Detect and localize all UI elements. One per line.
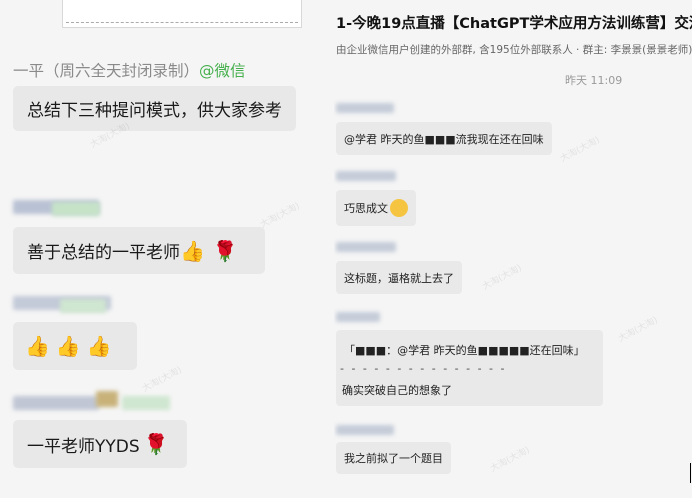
rose-icon: 🌹 [212, 238, 238, 263]
thumbs-up-icon: 👍 [86, 334, 112, 358]
quote-divider: - - - - - - - - - - - - - - - [340, 362, 507, 375]
message-bubble[interactable]: 总结下三种提问模式，供大家参考 [13, 86, 296, 131]
thumbs-up-icon: 👍 [25, 334, 50, 358]
blurred-sender [13, 396, 99, 410]
quote-text: 「■■■：@学君 昨天的鱼■■■■■还在回味」 [344, 344, 585, 357]
message-text: 这标题，逼格就上去了 [344, 271, 454, 285]
rose-icon: 🌹 [143, 432, 169, 456]
watermark: 大淘(大淘) [558, 135, 602, 165]
watermark: 大淘(大淘) [616, 315, 660, 345]
watermark: 大淘(大淘) [480, 263, 524, 293]
right-chat-panel: 1-今晚19点直播【ChatGPT学术应用方法训练营】交流群 由企业微信用户创建… [334, 0, 692, 498]
thumbs-up-icon: 👍 [180, 238, 205, 263]
blurred-sender [336, 425, 394, 435]
message-bubble[interactable]: 一平老师YYDS 🌹 [13, 420, 187, 468]
group-subtitle: 由企业微信用户创建的外部群, 含195位外部联系人 · 群主: 李景景(景景老师… [336, 44, 692, 56]
sender-label: 一平（周六全天封闭录制） [13, 62, 200, 80]
message-bubble[interactable]: 这标题，逼格就上去了 [336, 261, 462, 294]
watermark: 大淘(大淘) [488, 445, 532, 475]
thinking-face-icon [390, 199, 408, 217]
wechat-tag: @微信 [199, 62, 246, 80]
message-bubble[interactable]: 我之前拟了一个题目 [336, 442, 451, 474]
thumbs-up-icon: 👍 [55, 334, 81, 358]
quoted-message-bubble[interactable]: 「■■■：@学君 昨天的鱼■■■■■还在回味」 - - - - - - - - … [336, 330, 603, 406]
divider [66, 22, 298, 23]
message-text: 一平老师YYDS [27, 436, 140, 457]
message-bubble[interactable]: 巧思成文 [336, 190, 416, 226]
blurred-sender [60, 299, 106, 313]
previous-message-box [62, 0, 302, 28]
watermark: 大淘(大淘) [258, 201, 302, 231]
text-cursor [690, 463, 691, 483]
timestamp: 昨天 11:09 [565, 74, 623, 87]
blurred-avatar [96, 391, 118, 407]
message-bubble[interactable]: @学君 昨天的鱼■■■流我现在还在回味 [336, 122, 552, 155]
message-text: @学君 昨天的鱼■■■流我现在还在回味 [344, 132, 544, 146]
message-text: 我之前拟了一个题目 [344, 452, 443, 465]
message-bubble[interactable]: 👍 👍 👍 [13, 322, 137, 370]
message-text: 总结下三种提问模式，供大家参考 [27, 101, 282, 121]
watermark: 大淘(大淘) [140, 365, 184, 395]
message-text: 善于总结的一平老师 [27, 243, 180, 263]
blurred-sender [336, 103, 394, 113]
left-chat-panel: 一平（周六全天封闭录制）@微信 总结下三种提问模式，供大家参考 善于总结的一平老… [0, 0, 334, 498]
blurred-sender [52, 202, 100, 216]
sender-name[interactable]: 一平（周六全天封闭录制）@微信 [13, 59, 246, 81]
message-text: 巧思成文 [344, 202, 388, 215]
blurred-sender [122, 396, 170, 410]
message-bubble[interactable]: 善于总结的一平老师 👍 🌹 [13, 227, 265, 274]
group-title[interactable]: 1-今晚19点直播【ChatGPT学术应用方法训练营】交流群 [336, 12, 692, 33]
message-text: 确实突破自己的想象了 [342, 384, 452, 397]
blurred-sender [336, 171, 396, 181]
blurred-sender [336, 312, 380, 322]
blurred-sender [336, 242, 396, 252]
